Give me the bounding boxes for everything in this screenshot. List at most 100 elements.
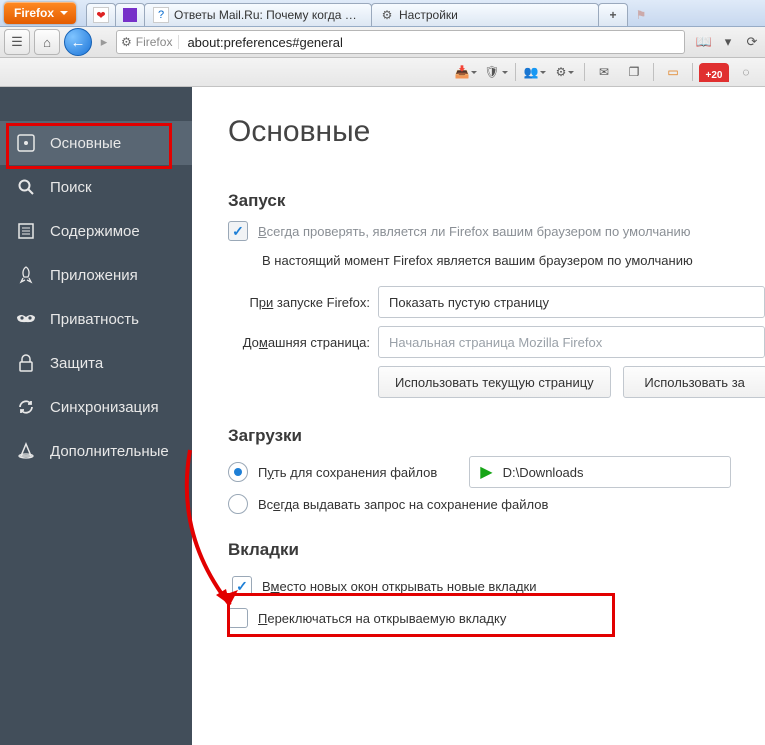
always-check-default-row: ✓ Всегда проверять, является ли Firefox …: [228, 221, 765, 241]
home-button[interactable]: ⌂: [34, 29, 60, 55]
reload-button[interactable]: ⟳: [743, 33, 761, 51]
content-icon: [16, 221, 36, 241]
sidebar-toggle-button[interactable]: ☰: [4, 29, 30, 55]
sidebar-label: Защита: [50, 355, 103, 372]
download-path-label: Путь для сохранения файлов: [258, 465, 437, 480]
question-icon: ?: [153, 7, 169, 23]
always-check-label: Всегда проверять, является ли Firefox ва…: [258, 224, 691, 239]
download-path-row: Путь для сохранения файлов ▶ D:\Download…: [228, 456, 765, 488]
folder-arrow-icon: ▶: [480, 462, 492, 482]
sidebar-item-privacy[interactable]: Приватность: [0, 297, 192, 341]
wizard-hat-icon: [16, 441, 36, 461]
address-bar[interactable]: ⚙ Firefox: [116, 30, 685, 54]
forward-button[interactable]: ▸: [96, 31, 112, 53]
reader-icon[interactable]: 📖: [695, 33, 713, 51]
open-links-in-tabs-row: ✓ Вместо новых окон открывать новые вкла…: [228, 570, 765, 602]
rocket-icon: [16, 265, 36, 285]
homepage-label: Домашняя страница:: [228, 335, 378, 350]
firefox-app-label: Firefox: [14, 6, 54, 20]
site-identity[interactable]: ⚙ Firefox: [121, 35, 179, 49]
navigation-bar: ☰ ⌂ ← ▸ ⚙ Firefox 📖 ▾ ⟳: [0, 27, 765, 58]
tab-settings[interactable]: ⚙ Настройки: [371, 3, 599, 26]
radio-always-ask[interactable]: [228, 494, 248, 514]
download-path-field[interactable]: ▶ D:\Downloads: [469, 456, 731, 488]
gear-icon: ⚙: [380, 8, 394, 22]
url-input[interactable]: [185, 34, 680, 51]
check-icon: ✓: [232, 223, 244, 240]
search-icon: [16, 177, 36, 197]
downloads-tray-icon[interactable]: 📥: [453, 61, 479, 83]
lock-icon: [16, 353, 36, 373]
separator: [653, 63, 654, 81]
back-button[interactable]: ←: [64, 28, 92, 56]
tab-answers-mailru[interactable]: ? Ответы Mail.Ru: Почему когда …: [144, 3, 372, 26]
homepage-row: Домашняя страница: Начальная страница Mo…: [228, 326, 765, 358]
checkbox-always-check: ✓: [228, 221, 248, 241]
preferences-content: Основные Запуск ✓ Всегда проверять, явля…: [192, 87, 765, 745]
droplet-icon[interactable]: ◌: [733, 61, 759, 83]
identity-label: Firefox: [136, 35, 173, 49]
shield-icon[interactable]: 🛡: [483, 61, 509, 83]
new-tab-button[interactable]: +: [598, 3, 628, 26]
sidebar-item-advanced[interactable]: Дополнительные: [0, 429, 192, 473]
dropdown-icon[interactable]: ▾: [719, 33, 737, 51]
default-browser-status: В настоящий момент Firefox является ваши…: [262, 253, 765, 268]
on-start-value: Показать пустую страницу: [389, 295, 549, 310]
homepage-placeholder: Начальная страница Mozilla Firefox: [389, 335, 602, 350]
switch-to-tab-row: Переключаться на открываемую вкладку: [228, 608, 765, 628]
tab-label: Ответы Mail.Ru: Почему когда …: [174, 8, 357, 22]
btn-label: Использовать текущую страницу: [395, 375, 594, 390]
settings-gear-icon[interactable]: ⚙: [552, 61, 578, 83]
on-start-label: При запуске Firefox:: [228, 295, 378, 310]
preferences-page: Основные Поиск Содержимое Приложения При…: [0, 87, 765, 745]
sidebar-item-security[interactable]: Защита: [0, 341, 192, 385]
page-title: Основные: [228, 115, 765, 149]
separator: [584, 63, 585, 81]
sidebar-label: Основные: [50, 135, 121, 152]
preferences-sidebar: Основные Поиск Содержимое Приложения При…: [0, 87, 192, 745]
section-downloads-heading: Загрузки: [228, 426, 765, 446]
homepage-input[interactable]: Начальная страница Mozilla Firefox: [378, 326, 765, 358]
sidebar-label: Синхронизация: [50, 399, 159, 416]
sidebar-label: Дополнительные: [50, 443, 169, 460]
gear-icon: ⚙: [121, 35, 132, 49]
notification-badge[interactable]: +20: [699, 63, 729, 82]
sidebar-label: Содержимое: [50, 223, 140, 240]
mail-icon[interactable]: ✉: [591, 61, 617, 83]
note-icon[interactable]: ▭: [660, 61, 686, 83]
section-startup-heading: Запуск: [228, 191, 765, 211]
sidebar-item-sync[interactable]: Синхронизация: [0, 385, 192, 429]
mailru-icon: [123, 8, 137, 22]
section-tabs-heading: Вкладки: [228, 540, 765, 560]
switch-to-tab-label: Переключаться на открываемую вкладку: [258, 611, 506, 626]
on-start-select[interactable]: Показать пустую страницу: [378, 286, 765, 318]
checkbox-open-in-tabs[interactable]: ✓: [232, 576, 252, 596]
btn-label: Использовать за: [644, 375, 744, 390]
sidebar-item-search[interactable]: Поиск: [0, 165, 192, 209]
sidebar-item-applications[interactable]: Приложения: [0, 253, 192, 297]
firefox-app-button[interactable]: Firefox: [4, 2, 76, 24]
radio-save-to-path[interactable]: [228, 462, 248, 482]
use-bookmark-button[interactable]: Использовать за: [623, 366, 765, 398]
radio-dot-icon: [234, 468, 242, 476]
sidebar-label: Приватность: [50, 311, 139, 328]
window-icon[interactable]: ❐: [621, 61, 647, 83]
mask-icon: [16, 309, 36, 329]
sidebar-item-content[interactable]: Содержимое: [0, 209, 192, 253]
open-in-tabs-label: Вместо новых окон открывать новые вкладк…: [262, 579, 537, 594]
tab-pinned-2[interactable]: [115, 3, 145, 26]
sidebar-label: Приложения: [50, 267, 138, 284]
download-ask-label: Всегда выдавать запрос на сохранение фай…: [258, 497, 548, 512]
tab-pinned-1[interactable]: ❤: [86, 3, 116, 26]
separator: [515, 63, 516, 81]
tab-groups-button[interactable]: ⚑: [627, 4, 655, 26]
flag-icon: ⚑: [634, 8, 648, 22]
people-icon[interactable]: 👥: [522, 61, 548, 83]
sidebar-label: Поиск: [50, 179, 92, 196]
use-current-page-button[interactable]: Использовать текущую страницу: [378, 366, 611, 398]
tabstrip: ❤ ? Ответы Mail.Ru: Почему когда … ⚙ Нас…: [86, 0, 654, 26]
window-tabstrip: Firefox ❤ ? Ответы Mail.Ru: Почему когда…: [0, 0, 765, 27]
sidebar-item-general[interactable]: Основные: [0, 121, 192, 165]
download-path-value: D:\Downloads: [503, 465, 584, 480]
checkbox-switch-to-tab[interactable]: [228, 608, 248, 628]
